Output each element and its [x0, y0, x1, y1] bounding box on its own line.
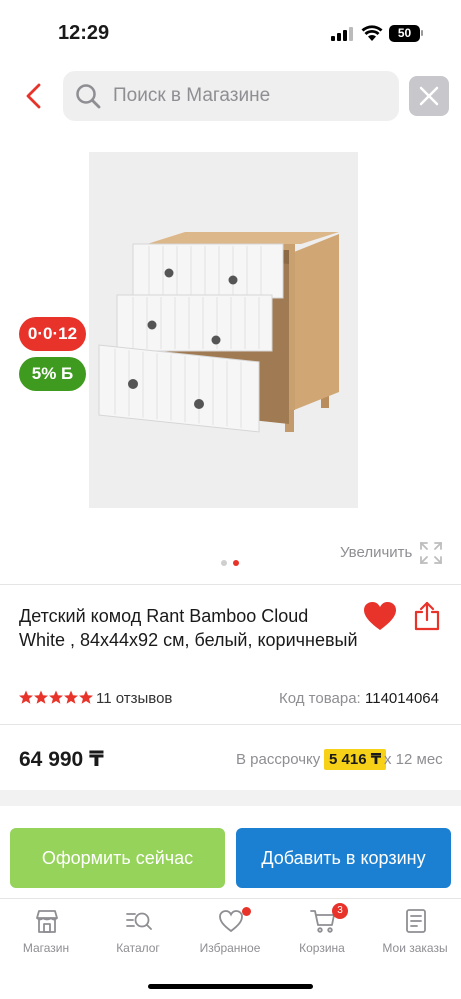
bottom-tabbar: Магазин Каталог Избранное 3 Корзина Мои …: [0, 898, 461, 968]
carousel-dot-2[interactable]: [233, 560, 239, 566]
installment-term: х 12 мес: [384, 751, 443, 768]
battery-cap: [421, 30, 423, 36]
catalog-search-icon: [126, 912, 152, 930]
store-icon: [36, 910, 58, 933]
tab-orders[interactable]: Мои заказы: [369, 899, 461, 969]
status-bar: 12:29 50: [0, 0, 461, 60]
cart-count-badge: 3: [332, 903, 348, 919]
section-separator: [0, 790, 461, 806]
installment-amount[interactable]: 5 416 ₸: [324, 749, 387, 770]
signal-icon: [331, 27, 353, 41]
carousel-dot-1[interactable]: [221, 560, 227, 566]
tab-label: Корзина: [299, 941, 345, 955]
close-button[interactable]: [409, 76, 449, 116]
expand-icon[interactable]: [419, 541, 443, 565]
battery-icon: 50: [389, 25, 420, 42]
reviews-link[interactable]: 11 отзывов: [96, 690, 172, 707]
close-icon: [419, 86, 439, 106]
heart-icon[interactable]: [363, 601, 397, 631]
home-indicator: [148, 984, 313, 989]
status-time: 12:29: [58, 22, 110, 44]
add-to-cart-button[interactable]: Добавить в корзину: [236, 828, 451, 888]
notification-dot: [242, 907, 251, 916]
product-image[interactable]: [89, 152, 358, 508]
tab-catalog[interactable]: Каталог: [92, 899, 184, 969]
search-input[interactable]: Поиск в Магазине: [63, 71, 399, 121]
zoom-link[interactable]: Увеличить: [340, 544, 412, 561]
buy-now-button[interactable]: Оформить сейчас: [10, 828, 225, 888]
back-arrow-icon[interactable]: [22, 82, 46, 110]
product-code-label: Код товара:: [279, 690, 361, 707]
tab-store[interactable]: Магазин: [0, 899, 92, 969]
heart-icon: [219, 910, 243, 933]
timer-badge: 0·0·12: [19, 317, 86, 351]
tab-cart[interactable]: 3 Корзина: [276, 899, 368, 969]
share-icon[interactable]: [414, 601, 440, 631]
product-price: 64 990 ₸: [19, 748, 104, 771]
installment-label: В рассрочку: [236, 751, 321, 768]
bonus-badge: 5% Б: [19, 357, 86, 391]
orders-icon: [406, 909, 426, 933]
product-title: Детский комод Rant Bamboo Cloud White , …: [19, 606, 358, 650]
dresser-illustration: [98, 232, 339, 433]
tab-label: Каталог: [116, 941, 160, 955]
tab-label: Избранное: [199, 941, 261, 955]
wifi-icon: [361, 25, 383, 41]
search-icon: [76, 84, 101, 109]
tab-favorites[interactable]: Избранное: [184, 899, 276, 969]
divider: [0, 584, 461, 585]
tab-label: Магазин: [22, 941, 70, 955]
product-code-value: 114014064: [365, 690, 439, 707]
search-placeholder: Поиск в Магазине: [113, 85, 271, 106]
divider: [0, 724, 461, 725]
tab-label: Мои заказы: [382, 941, 448, 955]
rating-stars: [19, 690, 93, 704]
